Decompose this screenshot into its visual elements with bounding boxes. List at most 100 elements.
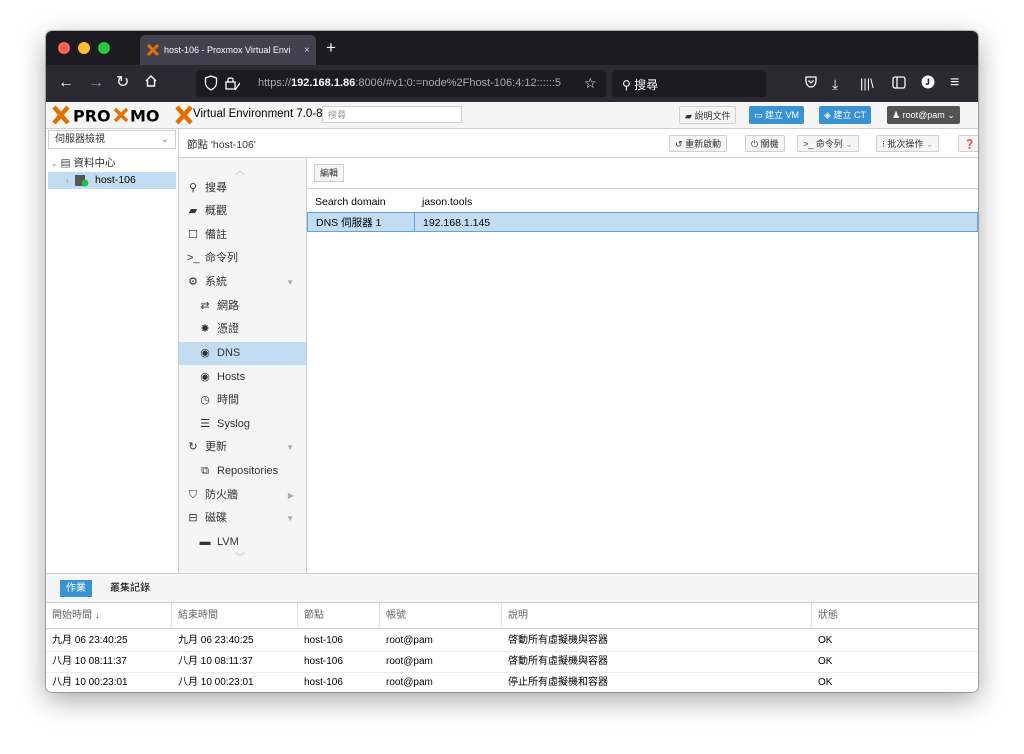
create-ct-button[interactable]: ◈ 建立 CT <box>819 106 871 124</box>
chevron-down-icon: ⌄ <box>845 139 853 149</box>
library-icon[interactable]: |||\ <box>860 74 874 94</box>
minimize-window-button[interactable] <box>78 42 90 54</box>
column-start-time[interactable]: 開始時間 ↓ <box>46 603 172 628</box>
download-icon[interactable]: ⤓ <box>832 74 838 94</box>
column-status[interactable]: 狀態 <box>812 603 978 628</box>
dns-row-server-1[interactable]: DNS 伺服器 1 192.168.1.145 <box>307 212 978 232</box>
menu-item-system[interactable]: ⚙ 系統 ▼ <box>179 271 306 294</box>
menu-item-notes[interactable]: ☐ 備註 <box>179 224 306 247</box>
datacenter-icon: ▤ <box>60 157 71 169</box>
terminal-icon: >_ <box>803 139 814 149</box>
expand-icon[interactable]: › <box>66 172 69 189</box>
table-row[interactable]: 九月 06 23:40:25 九月 06 23:40:25 host-106 r… <box>46 631 978 652</box>
home-icon[interactable] <box>144 74 158 94</box>
proxmox-favicon-icon <box>147 44 159 56</box>
title-bar: host-106 - Proxmox Virtual Envi × + <box>46 31 978 65</box>
close-window-button[interactable] <box>58 42 70 54</box>
account-icon[interactable] <box>921 75 935 95</box>
version-label: Virtual Environment 7.0-8 <box>193 108 323 120</box>
menu-item-shell[interactable]: >_ 命令列 <box>179 247 306 270</box>
search-icon: ⚲ <box>188 182 198 194</box>
browser-search-bar[interactable]: ⚲ 搜尋 <box>612 70 766 97</box>
collapse-icon[interactable]: ⌄ <box>51 159 58 168</box>
tab-title: host-106 - Proxmox Virtual Envi <box>164 45 291 55</box>
menu-item-updates[interactable]: ↻ 更新 ▼ <box>179 436 306 459</box>
scroll-down-icon[interactable]: ﹀ <box>235 549 245 564</box>
browser-tab[interactable]: host-106 - Proxmox Virtual Envi × <box>140 35 316 65</box>
menu-icon[interactable]: ≡ <box>950 73 959 93</box>
tree-item-datacenter[interactable]: ⌄ ▤ 資料中心 <box>51 155 115 170</box>
menu-item-time[interactable]: ◷ 時間 <box>179 389 306 412</box>
back-icon[interactable]: ← <box>58 73 74 93</box>
sidebar-icon[interactable] <box>892 75 906 95</box>
task-log-tabs: 作業 叢集記錄 <box>46 574 978 603</box>
column-description[interactable]: 說明 <box>502 603 812 628</box>
hdd-icon: ⊟ <box>188 512 198 524</box>
server-online-icon <box>75 175 89 193</box>
forward-icon[interactable]: → <box>88 73 104 93</box>
pve-search-input[interactable]: 搜尋 <box>322 106 462 123</box>
menu-item-hosts[interactable]: ◉ Hosts <box>179 366 306 389</box>
pocket-icon[interactable] <box>804 75 818 95</box>
lock-warning-icon[interactable] <box>224 75 241 96</box>
url-bar[interactable]: https://192.168.1.86:8006/#v1:0:=node%2F… <box>196 70 606 97</box>
shield-icon[interactable] <box>204 75 218 96</box>
scroll-up-icon[interactable]: ︿ <box>235 162 245 177</box>
tab-tasks[interactable]: 作業 <box>60 580 92 597</box>
monitor-icon: ▭ <box>754 110 763 120</box>
resource-tree: 伺服器檢視 ⌄ ⌄ ▤ 資料中心 › host-106 <box>46 129 179 573</box>
question-icon: ❓ <box>964 139 976 149</box>
chevron-down-icon: ▼ <box>286 514 294 523</box>
dns-row-search-domain[interactable]: Search domain jason.tools <box>307 192 978 212</box>
menu-item-repositories[interactable]: ⧉ Repositories <box>179 460 306 483</box>
view-selector[interactable]: 伺服器檢視 ⌄ <box>48 130 176 149</box>
browser-window: host-106 - Proxmox Virtual Envi × + ← → … <box>46 31 978 692</box>
exchange-icon: ⇄ <box>200 300 210 312</box>
column-node[interactable]: 節點 <box>298 603 380 628</box>
svg-text:PRO: PRO <box>73 107 111 126</box>
refresh-icon: ↻ <box>188 441 198 453</box>
svg-text:MO: MO <box>130 107 160 126</box>
menu-item-search[interactable]: ⚲ 搜尋 <box>179 177 306 200</box>
reboot-button[interactable]: ↺ 重新啟動 <box>669 135 728 152</box>
bulk-actions-button[interactable]: ⁝ 批次操作 ⌄ <box>876 135 940 152</box>
table-row[interactable]: 八月 10 00:23:01 八月 10 00:23:01 host-106 r… <box>46 673 978 692</box>
menu-item-summary[interactable]: ▰ 概觀 <box>179 200 306 223</box>
globe-icon: ◉ <box>200 347 210 359</box>
column-end-time[interactable]: 結束時間 <box>172 603 298 628</box>
reboot-icon: ↺ <box>675 139 683 149</box>
power-icon: ⏻ <box>751 139 759 149</box>
book-icon: ▰ <box>685 111 692 121</box>
bookmark-star-icon[interactable]: ☆ <box>584 75 597 92</box>
node-menu: ︿ ⚲ 搜尋 ▰ 概觀 ☐ 備註 >_ 命令列 ⚙ 系統 ▼ ⇄ 網路 ✸ 憑證 ◉ DNS ◉ H… <box>179 158 307 573</box>
tree-item-node[interactable]: › host-106 <box>48 172 176 189</box>
table-row[interactable]: 八月 10 08:11:37 八月 10 08:11:37 host-106 r… <box>46 652 978 673</box>
shell-button[interactable]: >_ 命令列 ⌄ <box>797 135 859 152</box>
reload-icon[interactable]: ↻ <box>116 73 129 93</box>
new-tab-button[interactable]: + <box>326 38 336 58</box>
maximize-window-button[interactable] <box>98 42 110 54</box>
navigation-bar: ← → ↻ https://192.168.1.86:8006/#v1:0:=n… <box>46 65 978 102</box>
notes-icon: ☐ <box>188 229 198 241</box>
user-menu-button[interactable]: ♟ root@pam ⌄ <box>887 106 960 124</box>
tab-close-icon[interactable]: × <box>304 45 310 56</box>
task-table-header: 開始時間 ↓ 結束時間 節點 帳號 說明 狀態 <box>46 603 978 629</box>
menu-item-dns[interactable]: ◉ DNS <box>179 342 306 365</box>
menu-item-network[interactable]: ⇄ 網路 <box>179 295 306 318</box>
menu-item-certificates[interactable]: ✸ 憑證 <box>179 318 306 341</box>
chevron-down-icon: ⌄ <box>925 139 934 149</box>
url-text[interactable]: https://192.168.1.86:8006/#v1:0:=node%2F… <box>258 77 561 89</box>
menu-item-firewall[interactable]: ⛉ 防火牆 ▶ <box>179 484 306 507</box>
user-icon: ♟ <box>892 110 901 120</box>
edit-button[interactable]: 編輯 <box>314 164 344 182</box>
tab-cluster-log[interactable]: 叢集記錄 <box>104 580 156 597</box>
menu-item-disks[interactable]: ⊟ 磁碟 ▼ <box>179 507 306 530</box>
help-button[interactable]: ❓ 說明 <box>958 135 978 152</box>
column-user[interactable]: 帳號 <box>380 603 502 628</box>
shutdown-button[interactable]: ⏻ 關機 <box>745 135 785 152</box>
cogs-icon: ⚙ <box>188 276 198 288</box>
docs-button[interactable]: ▰ 說明文件 <box>679 106 737 124</box>
create-vm-button[interactable]: ▭ 建立 VM <box>749 106 805 124</box>
menu-item-syslog[interactable]: ☰ Syslog <box>179 413 306 436</box>
globe-icon: ◉ <box>200 371 210 383</box>
